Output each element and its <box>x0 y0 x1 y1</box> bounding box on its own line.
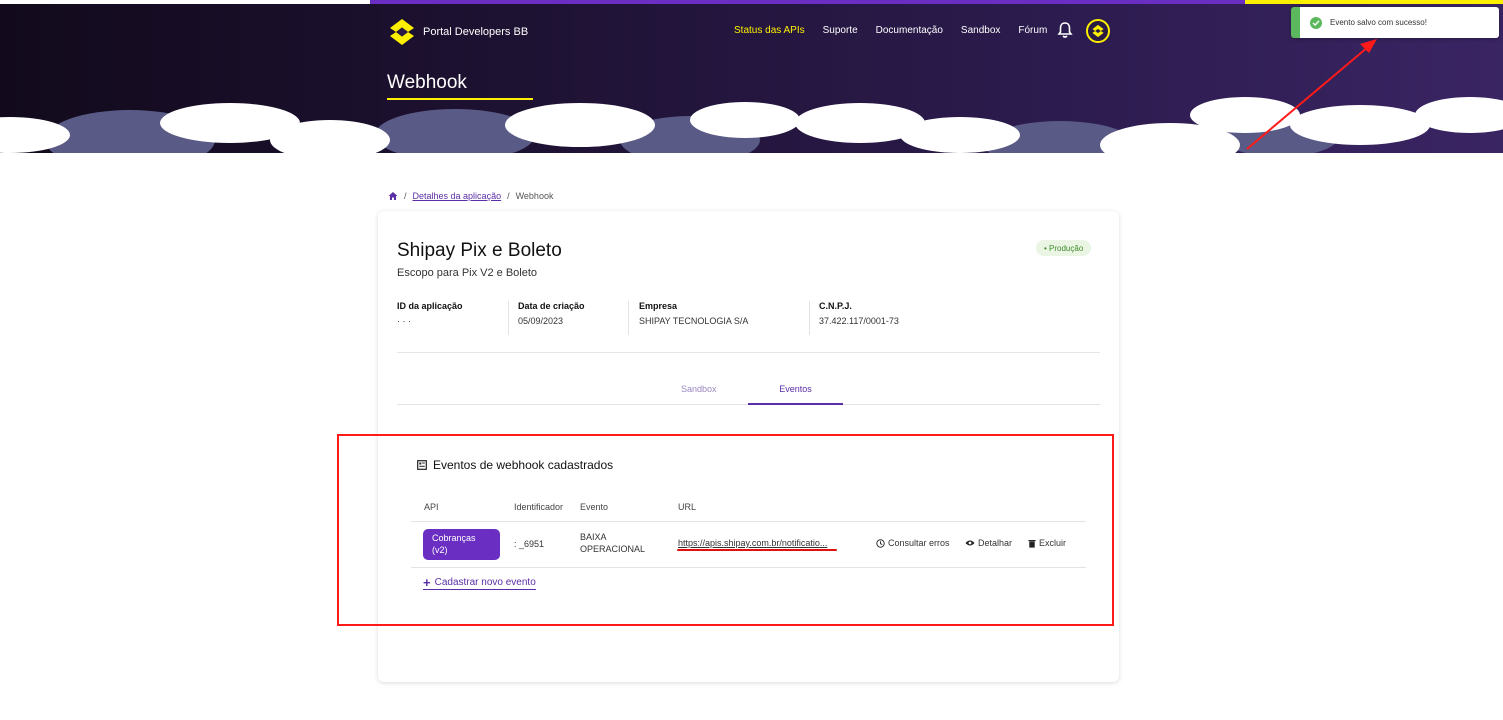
info-creation-date: Data de criação 05/09/2023 <box>518 301 585 326</box>
logo-text: Portal Developers BB <box>423 26 529 38</box>
info-label: Empresa <box>639 301 678 311</box>
tab-eventos[interactable]: Eventos <box>748 384 843 405</box>
site-header: Portal Developers BB Status das APIs Sup… <box>0 0 1503 165</box>
bb-logo-icon <box>390 19 414 45</box>
environment-badge: • Produção <box>1036 240 1092 256</box>
home-icon[interactable] <box>388 191 398 201</box>
clouds-decoration <box>0 97 1503 165</box>
divider <box>508 301 509 335</box>
progress-bar-segment <box>370 0 1245 4</box>
user-avatar[interactable] <box>1086 19 1110 43</box>
bell-icon[interactable] <box>1056 21 1074 39</box>
breadcrumb-link-app-details[interactable]: Detalhes da aplicação <box>413 191 502 201</box>
nav-documentacao[interactable]: Documentação <box>876 25 943 36</box>
info-label: C.N.P.J. <box>819 301 852 311</box>
nav-forum[interactable]: Fórum <box>1018 25 1047 36</box>
app-scope: Escopo para Pix V2 e Boleto <box>397 267 538 279</box>
info-label: Data de criação <box>518 301 585 311</box>
breadcrumb: / Detalhes da aplicação / Webhook <box>388 191 553 201</box>
info-value: 37.422.117/0001-73 <box>819 316 899 326</box>
toast-message: Evento salvo com sucesso! <box>1330 18 1427 27</box>
nav-sandbox[interactable]: Sandbox <box>961 25 1000 36</box>
progress-bar-segment <box>1245 0 1503 4</box>
info-cnpj: C.N.P.J. 37.422.117/0001-73 <box>819 301 899 326</box>
tab-sandbox[interactable]: Sandbox <box>681 384 717 394</box>
divider <box>809 301 810 335</box>
success-toast[interactable]: Evento salvo com sucesso! <box>1291 7 1499 38</box>
check-icon <box>1310 16 1322 29</box>
page-title: Webhook <box>387 72 467 93</box>
breadcrumb-separator: / <box>507 191 510 201</box>
nav-suporte[interactable]: Suporte <box>823 25 858 36</box>
divider <box>397 352 1100 353</box>
breadcrumb-current: Webhook <box>515 191 554 201</box>
divider <box>628 301 629 335</box>
bb-avatar-icon <box>1092 24 1104 38</box>
tab-bar: Sandbox Eventos <box>397 381 1100 405</box>
portal-logo[interactable]: Portal Developers BB <box>387 18 528 46</box>
info-label: ID da aplicação <box>397 301 463 311</box>
info-app-id: ID da aplicação · · · <box>397 301 463 326</box>
main-nav: Status das APIs Suporte Documentação San… <box>734 25 1047 36</box>
info-company: Empresa SHIPAY TECNOLOGIA S/A <box>639 301 748 326</box>
app-name: Shipay Pix e Boleto <box>397 240 562 261</box>
nav-status-apis[interactable]: Status das APIs <box>734 25 805 36</box>
annotation-highlight-box <box>337 434 1114 626</box>
info-value: · · · <box>397 316 411 326</box>
info-value: SHIPAY TECNOLOGIA S/A <box>639 316 749 326</box>
info-value: 05/09/2023 <box>518 316 564 326</box>
breadcrumb-separator: / <box>404 191 407 201</box>
progress-bar-segment <box>0 0 370 4</box>
